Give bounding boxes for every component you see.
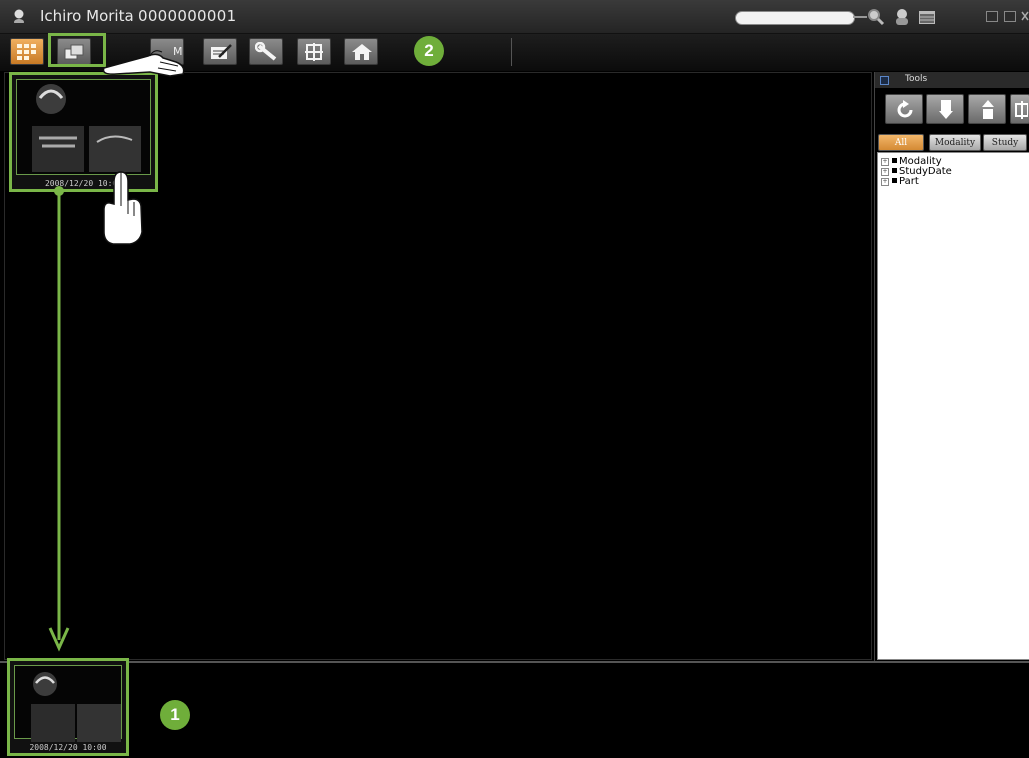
grid-view-icon xyxy=(17,44,36,60)
dicom-label: M xyxy=(173,45,183,58)
tree-label: Part xyxy=(899,176,919,187)
home-icon xyxy=(352,44,372,60)
panel-tooth-tool-button[interactable] xyxy=(1010,94,1029,124)
import-button[interactable] xyxy=(968,94,1006,124)
tools-label: Tools xyxy=(905,74,928,84)
main-toolbar: M xyxy=(0,34,1029,71)
tab-modality[interactable]: Modality xyxy=(929,134,981,151)
tree-item-part[interactable]: + Part xyxy=(881,177,919,187)
search-connector xyxy=(853,16,867,18)
thumbnail-date: 2008/12/20 10:00 xyxy=(29,743,107,752)
ct-scan-image xyxy=(32,84,141,172)
panel-toggle-icon[interactable] xyxy=(880,76,889,85)
patient-name: Ichiro Morita xyxy=(40,7,134,25)
callout-badge-1: 1 xyxy=(160,700,190,730)
thumbnail-date: 2008/12/20 10:00 xyxy=(44,179,123,188)
settings-wrench-button[interactable] xyxy=(249,38,283,65)
tab-study[interactable]: Study xyxy=(983,134,1027,151)
patient-search-icon[interactable] xyxy=(893,8,911,26)
tooth-tool-icon xyxy=(1015,101,1028,119)
expand-icon[interactable]: + xyxy=(881,168,889,176)
ct-scan-image xyxy=(31,672,121,742)
patient-avatar-icon xyxy=(14,9,24,23)
import-icon xyxy=(982,100,994,119)
minimize-button[interactable] xyxy=(986,11,998,22)
highlight-overlap-button xyxy=(48,33,106,67)
edit-text-button[interactable] xyxy=(203,38,237,65)
folder-bullet-icon xyxy=(892,158,897,163)
home-button[interactable] xyxy=(344,38,378,65)
restore-button[interactable] xyxy=(1004,11,1016,22)
tooth-tool-icon xyxy=(305,43,323,61)
wrench-icon xyxy=(255,42,277,61)
grid-view-button[interactable] xyxy=(10,38,44,65)
folder-bullet-icon xyxy=(892,168,897,173)
expand-icon[interactable]: + xyxy=(881,158,889,166)
zoom-search-icon[interactable] xyxy=(867,8,885,26)
category-tree: + Modality + StudyDate + Part xyxy=(877,152,1029,660)
expand-icon[interactable]: + xyxy=(881,178,889,186)
tools-header: Tools xyxy=(875,72,1029,88)
bottom-study-thumbnail[interactable]: 2008/12/20 10:00 xyxy=(7,658,129,756)
folder-bullet-icon xyxy=(892,178,897,183)
tools-panel: Tools All Modality Study + Modality + Stud… xyxy=(874,72,1029,661)
title-bar: Ichiro Morita 0000000001 xyxy=(0,0,1029,34)
tab-all[interactable]: All xyxy=(878,134,924,151)
callout-badge-2: 2 xyxy=(414,36,444,66)
rotate-icon xyxy=(897,100,913,118)
thumbnail-frame xyxy=(14,665,122,742)
dicom-button[interactable]: M xyxy=(150,38,184,65)
tooth-tool-button[interactable] xyxy=(297,38,331,65)
rotate-button[interactable] xyxy=(885,94,923,124)
calendar-icon[interactable] xyxy=(918,8,936,26)
thumbnail-frame xyxy=(16,79,151,175)
toolbar-separator xyxy=(511,38,512,66)
main-study-thumbnail[interactable]: 2008/12/20 10:00 xyxy=(9,72,158,192)
close-icon[interactable] xyxy=(1021,11,1029,21)
edit-text-icon xyxy=(211,44,232,59)
export-down-button[interactable] xyxy=(926,94,964,124)
patient-id: 0000000001 xyxy=(138,7,237,25)
filter-tabs: All Modality Study xyxy=(877,134,1029,152)
export-down-icon xyxy=(939,100,953,119)
search-input[interactable] xyxy=(735,11,855,25)
thumbnail-strip[interactable] xyxy=(0,663,1029,758)
